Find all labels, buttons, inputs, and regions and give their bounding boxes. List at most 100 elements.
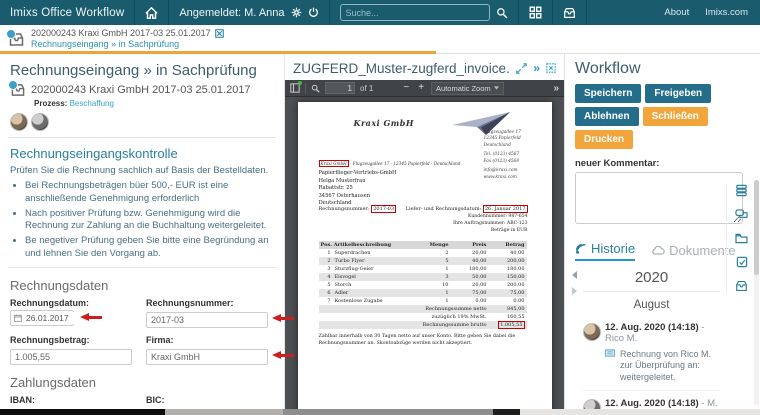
scrollbar-track[interactable] (754, 180, 759, 405)
list-stack-icon[interactable] (735, 184, 748, 197)
invoice-date-input[interactable] (24, 312, 74, 324)
zoom-in-icon[interactable]: + (416, 83, 426, 93)
quick-actions-strip (726, 184, 748, 292)
workitem-badge (8, 80, 18, 90)
invoice-number-input[interactable] (146, 312, 268, 328)
notification-dot (298, 81, 302, 85)
zoom-select-value: Automatic Zoom (436, 84, 491, 93)
page-title: Rechnungseingang » in Sachprüfung (10, 62, 272, 79)
tab-history[interactable]: Historie (575, 241, 635, 261)
folder-icon[interactable] (735, 233, 748, 244)
gear-icon[interactable] (291, 7, 302, 18)
history-entry: 12. Aug. 2020 (14:18) - Rico M. Rechnung… (583, 315, 720, 390)
notes-icon[interactable] (735, 256, 748, 268)
form-panel: Rechnungseingang » in Sachprüfung 202000… (0, 54, 285, 415)
zugferd-highlight-total: 1.005,55 (498, 321, 524, 329)
table-row: 3Sturzflug-Geier1180,00180,00 (319, 265, 527, 273)
page-count-label: of 1 (360, 84, 373, 93)
next-arrow-icon[interactable] (572, 287, 577, 295)
summary-row: zuzüglich 19% MwSt.160,55 (319, 313, 527, 321)
expand-icon[interactable] (516, 63, 527, 74)
table-row: 1Superdrachen220,0040,00 (319, 249, 527, 257)
top-bar: Imixs Office Workflow Angemeldet: M. Ann… (0, 0, 760, 25)
red-arrow-annotation (80, 313, 103, 322)
avatar (31, 113, 49, 131)
invoice-recipient-block: Papierflieger-Vertriebs-GmbH Helga Muste… (319, 170, 397, 208)
about-link[interactable]: About (664, 7, 689, 18)
bullet-item: Nach positiver Prüfung bzw. Genehmigung … (25, 208, 272, 234)
process-label: Prozess: (34, 99, 67, 108)
breadcrumb-title[interactable]: 202000243 Kraxi GmbH 2017-03 25.01.2017 (31, 28, 211, 39)
company-input[interactable] (146, 349, 268, 365)
tab-documents[interactable]: Dokumente (651, 243, 735, 261)
message-icon (605, 349, 615, 357)
workitem-tray-icon (8, 32, 25, 47)
invoice-contact-block: Flugzeugallee 17 12345 Papierfeld Deutsc… (484, 130, 542, 181)
archive-icon[interactable] (735, 280, 748, 292)
pdf-panel: ZUGFERD_Muster-zugferd_invoice.pdf » (285, 54, 565, 415)
find-icon[interactable] (311, 84, 320, 93)
pdf-page: Kraxi GmbH Flugzeugallee 17 12345 Papier… (298, 102, 552, 415)
invoice-items-table: Pos. ArtikelbeschreibungMengePreisBetrag… (319, 241, 527, 329)
scrollbar-thumb[interactable] (754, 180, 759, 275)
reject-button[interactable]: Ablehnen (575, 107, 639, 126)
zoom-select[interactable]: Automatic Zoom (431, 82, 504, 95)
compress-icon[interactable] (546, 63, 556, 73)
invoice-amount-input[interactable] (10, 349, 132, 365)
breadcrumb-path[interactable]: Rechnungseingang » in Sachprüfung (31, 39, 224, 50)
timeline-year: 2020 (583, 269, 720, 292)
company-label: Firma: (146, 335, 268, 345)
close-box-icon[interactable] (215, 29, 224, 38)
zugferd-highlight-date: 26. Januar 2017 (483, 205, 528, 213)
sidebar-toggle-icon[interactable] (290, 83, 300, 93)
timeline-month: August (583, 299, 720, 311)
save-button[interactable]: Speichern (575, 84, 641, 103)
search-icon[interactable] (496, 7, 508, 19)
power-icon[interactable] (308, 7, 319, 18)
grid-icon[interactable] (529, 6, 542, 19)
workitem-tray-icon (10, 83, 26, 97)
process-link[interactable]: Beschaffung (70, 99, 114, 108)
page-number-input[interactable] (325, 82, 355, 94)
zoom-out-icon[interactable]: − (401, 83, 411, 93)
table-row: 7Kostenlose Zugabe10,000,00 (319, 297, 527, 305)
table-row: 4Eisvogel350,00150,00 (319, 273, 527, 281)
documents-cloud-icon (651, 245, 665, 256)
toolbar-more-icon[interactable]: » (553, 83, 559, 94)
pdf-viewport: Kraxi GmbH Flugzeugallee 17 12345 Papier… (285, 97, 564, 415)
workitem-badge (6, 29, 16, 39)
invoice-company-logo-text: Kraxi GmbH (354, 118, 414, 128)
invoice-number-row: Rechnungsnummer: 2017-03 Liefer- und Rec… (319, 206, 528, 212)
invoice-amount-label: Rechnungsbetrag: (10, 335, 132, 345)
prev-arrow-icon[interactable] (572, 271, 577, 279)
pdf-filename: ZUGFERD_Muster-zugferd_invoice.pdf (293, 61, 510, 76)
search-input[interactable] (340, 4, 490, 21)
logged-in-user: Angemeldet: M. Anna (179, 7, 284, 19)
bullet-item: Bei Rechnungsbeträgen büer 500,- EUR ist… (25, 180, 272, 206)
main-content: Rechnungseingang » in Sachprüfung 202000… (0, 54, 760, 415)
invoice-data-title: Rechnungsdaten (10, 278, 272, 293)
payment-data-title: Zahlungsdaten (10, 375, 272, 390)
workflow-panel: Workflow Speichern Freigeben Ablehnen Sc… (565, 54, 760, 415)
summary-row: Rechnungssumme netto845,00 (319, 305, 527, 313)
print-button[interactable]: Drucken (575, 130, 633, 149)
history-timeline: 2020 August 12. Aug. 2020 (14:18) - Rico… (575, 269, 750, 415)
archive-tray-icon[interactable] (563, 7, 576, 19)
close-button[interactable]: Schließen (643, 107, 708, 126)
invoice-date-label: Rechnungsdatum: (10, 298, 132, 308)
workflow-title: Workflow (575, 60, 750, 78)
home-icon[interactable] (145, 7, 158, 19)
divider (8, 267, 276, 268)
comment-textarea[interactable] (575, 172, 743, 224)
double-chevron-icon[interactable]: » (533, 62, 540, 74)
calendar-icon[interactable] (14, 314, 22, 322)
history-feed-icon (575, 243, 587, 255)
approve-button[interactable]: Freigeben (645, 84, 711, 103)
chat-icon[interactable] (735, 209, 748, 221)
app-brand[interactable]: Imixs Office Workflow (10, 7, 124, 19)
site-link[interactable]: Imixs.com (705, 7, 748, 18)
table-row: 5Storch1020,00200,00 (319, 281, 527, 289)
invoice-date-field-box (10, 310, 74, 326)
divider (586, 0, 587, 25)
invoice-sender-line: Kraxi GmbH · Flugzeugallee 17 - 12345 Pa… (319, 161, 461, 166)
